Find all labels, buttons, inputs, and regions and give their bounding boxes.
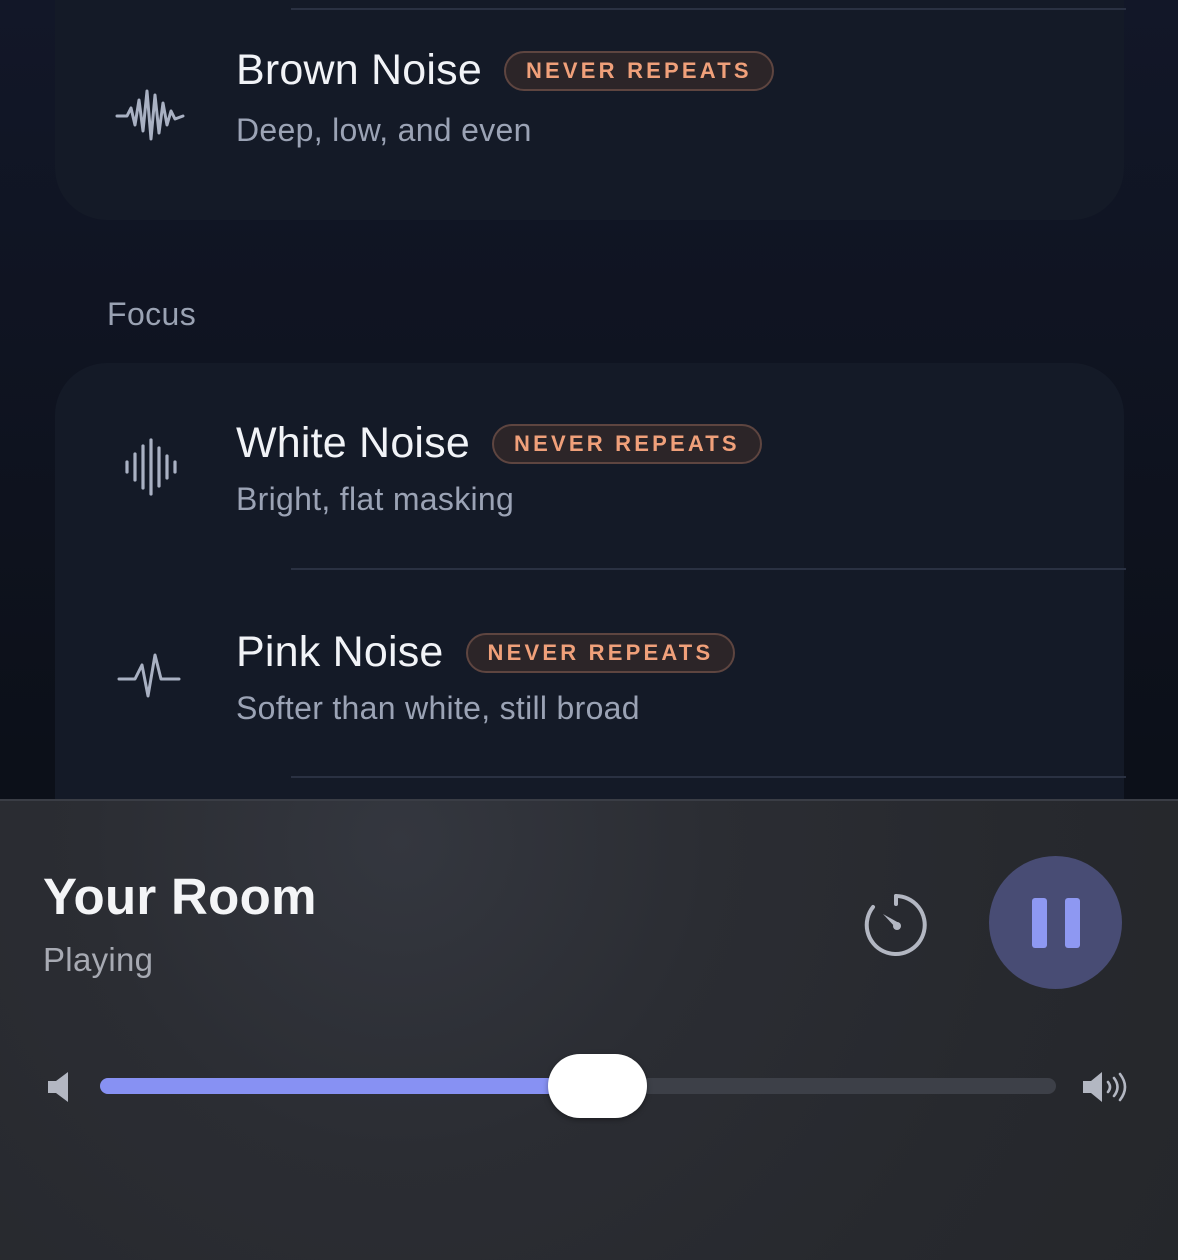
now-playing-panel: Your Room Playing	[0, 799, 1178, 1260]
sound-row-brown-noise[interactable]: Brown Noise NEVER REPEATS Deep, low, and…	[55, 40, 1124, 190]
volume-low-icon	[48, 1072, 68, 1102]
sound-subtitle: Softer than white, still broad	[236, 690, 640, 726]
divider	[291, 568, 1126, 570]
pause-button[interactable]	[989, 856, 1122, 989]
pause-icon	[1031, 897, 1047, 948]
sound-card-top: Brown Noise NEVER REPEATS Deep, low, and…	[55, 0, 1126, 220]
sleep-timer-button[interactable]	[856, 885, 936, 965]
sound-row-white-noise[interactable]: White Noise NEVER REPEATS Bright, flat m…	[55, 391, 1124, 541]
sound-row-pink-noise[interactable]: Pink Noise NEVER REPEATS Softer than whi…	[55, 600, 1124, 750]
sound-title: White Noise	[236, 419, 470, 467]
sound-subtitle: Deep, low, and even	[236, 112, 532, 148]
sound-title: Brown Noise	[236, 46, 482, 94]
never-repeats-badge: NEVER REPEATS	[492, 423, 762, 464]
pause-icon	[1064, 897, 1080, 948]
divider	[291, 8, 1126, 10]
sound-subtitle: Bright, flat masking	[236, 481, 515, 517]
sound-title: Pink Noise	[236, 628, 444, 676]
volume-high-icon	[1083, 1072, 1127, 1102]
player-status: Playing	[43, 941, 154, 978]
never-repeats-badge: NEVER REPEATS	[465, 632, 736, 673]
waveform-burst-icon	[115, 81, 185, 151]
app-screen: Brown Noise NEVER REPEATS Deep, low, and…	[0, 0, 1178, 1260]
volume-slider-thumb[interactable]	[547, 1054, 647, 1118]
never-repeats-badge: NEVER REPEATS	[503, 50, 774, 91]
player-title: Your Room	[43, 868, 317, 925]
section-label-focus: Focus	[107, 296, 197, 332]
waveform-bars-icon	[115, 432, 185, 502]
pulse-icon	[115, 641, 185, 711]
divider	[291, 776, 1126, 778]
volume-slider[interactable]	[100, 1054, 1056, 1118]
volume-slider-fill	[100, 1078, 598, 1094]
timer-icon	[864, 894, 927, 956]
